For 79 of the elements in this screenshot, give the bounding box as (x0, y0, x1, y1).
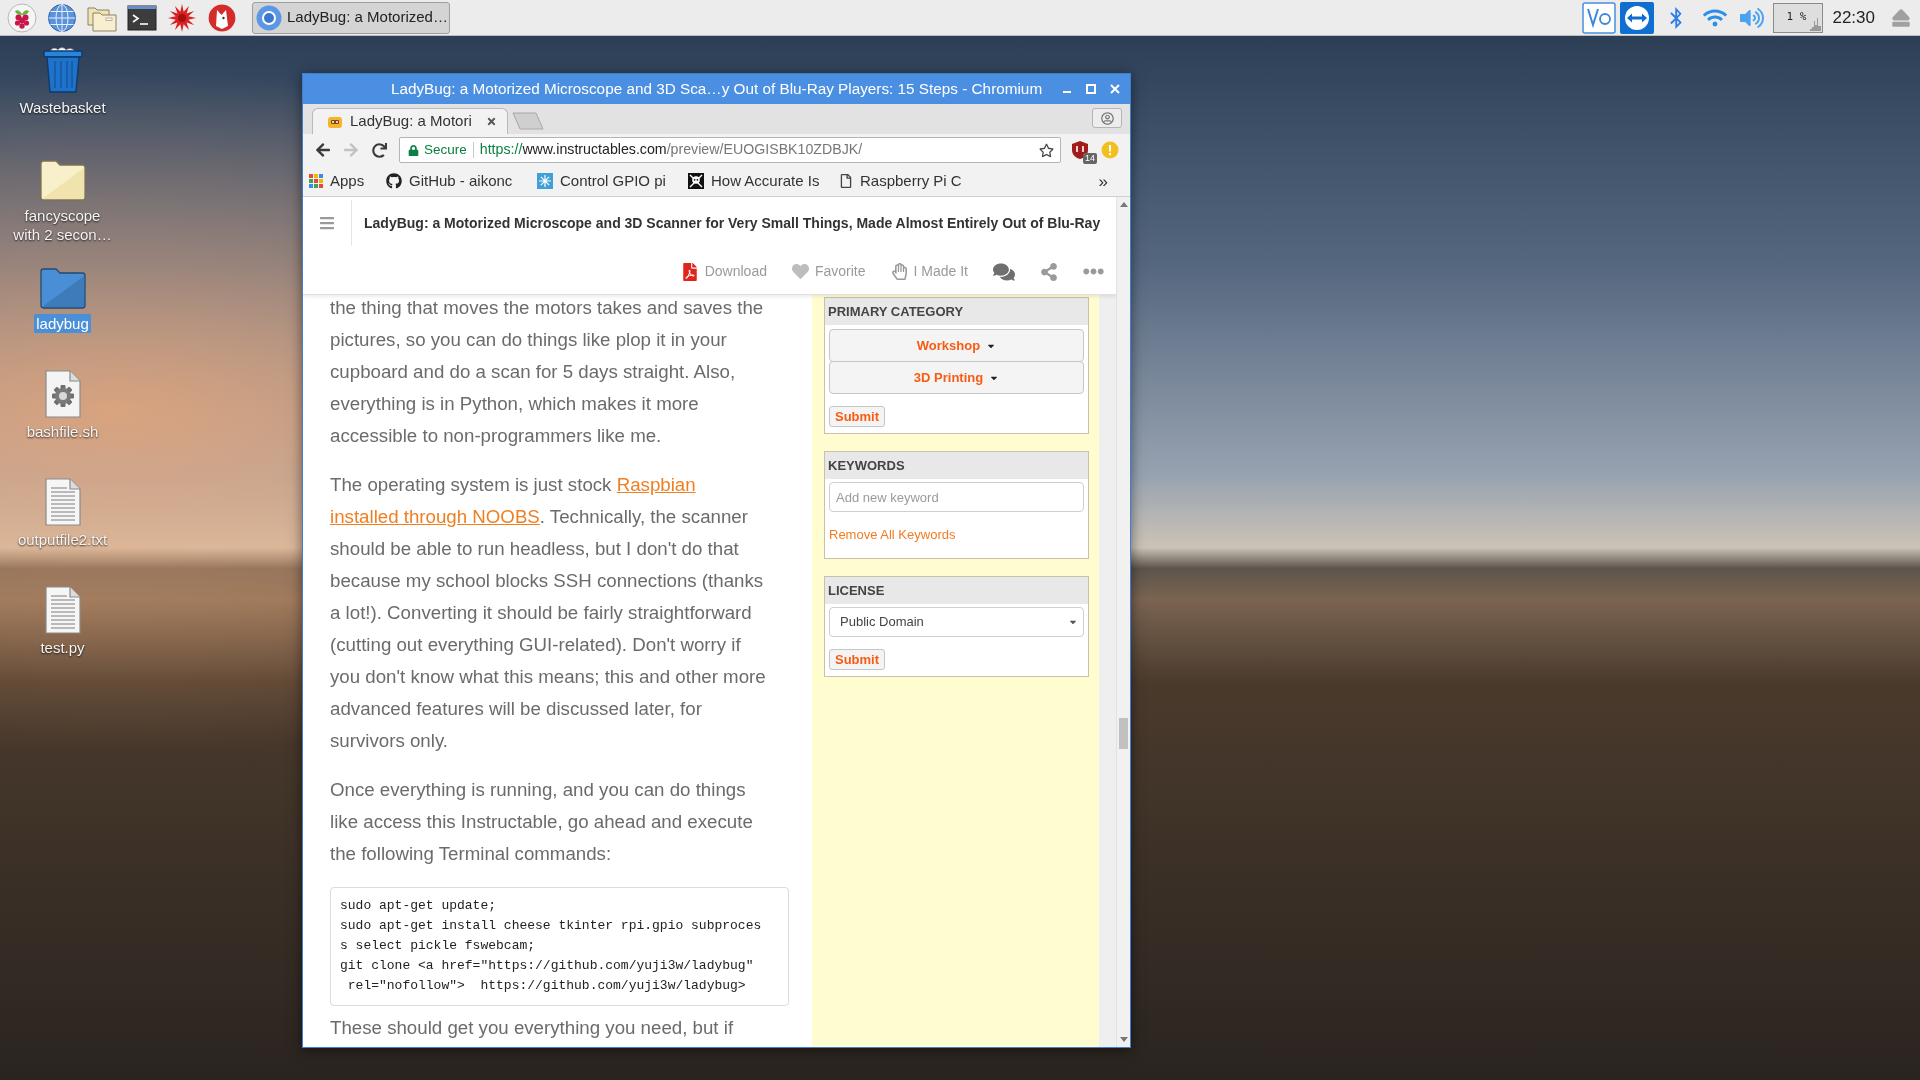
bookmark[interactable]: Control GPIO pi (537, 169, 688, 193)
folder-icon[interactable] (38, 158, 87, 202)
volume-icon[interactable] (1740, 5, 1765, 30)
scroll-down-icon[interactable] (1119, 1037, 1128, 1043)
close-icon[interactable] (1108, 82, 1122, 96)
scrollbar-thumb[interactable] (1119, 718, 1128, 749)
share-icon[interactable] (1040, 262, 1058, 281)
window-title: LadyBug: a Motorized Microscope and 3D Sca…y Out of Blu-Ray Players: 15 Steps - Chromium (389, 78, 1044, 99)
pdf-file-icon (680, 262, 699, 281)
bookmark[interactable]: GitHub - aikonc (386, 169, 537, 193)
bookmark[interactable]: Apps (309, 169, 386, 193)
address-url: https://www.instructables.com/preview/EUOGISBK10ZDBJK/ (479, 140, 863, 160)
i-made-it-button[interactable]: I Made It (890, 261, 968, 282)
raspberry-icon[interactable] (7, 2, 37, 33)
square-logo-icon[interactable] (1582, 1, 1617, 34)
globe-icon[interactable] (47, 2, 77, 33)
text-file-icon[interactable] (43, 586, 82, 634)
clock: 22:30 (1832, 6, 1875, 29)
page-icon (839, 174, 853, 188)
trash-can-icon[interactable] (40, 46, 85, 94)
user-icon (1100, 111, 1114, 125)
heart-icon (791, 263, 809, 280)
close-tab-icon[interactable] (486, 116, 497, 127)
article-paragraph: the thing that moves the motors takes and saves the pictures, so you can do things like plop it in your cupboard and do a scan for 5 days straight. Also, everything is in Python, which makes it more accessible to non-programmers like me. (330, 296, 765, 448)
category-dropdown[interactable]: 3D Printing (829, 361, 1084, 394)
address-bar[interactable]: Secure https://www.instructables.com/preview/EUOGISBK10ZDBJK/ (399, 137, 1061, 163)
panel-heading: KEYWORDS (825, 452, 1088, 479)
article-link[interactable]: Raspbian (616, 474, 696, 495)
bookmark[interactable]: Raspberry Pi C (839, 169, 990, 193)
keyword-input[interactable]: Add new keyword (829, 482, 1084, 512)
license-select[interactable]: Public Domain (829, 607, 1084, 637)
security-label: Secure (424, 140, 467, 159)
bookmarks-overflow-button[interactable]: » (1098, 172, 1108, 190)
profile-button[interactable] (1092, 108, 1122, 128)
extension-badge: 14 (1083, 153, 1097, 164)
snowflake-icon (537, 173, 553, 189)
scroll-up-icon[interactable] (1119, 201, 1128, 207)
maximize-icon[interactable] (1084, 82, 1098, 96)
text-file-icon[interactable] (43, 478, 82, 526)
hand-icon (890, 263, 908, 280)
gear-file-icon[interactable] (43, 370, 82, 418)
cpu-monitor[interactable]: 1 % (1773, 2, 1824, 33)
remove-keywords-link[interactable]: Remove All Keywords (829, 527, 956, 543)
folder-icon[interactable] (38, 266, 87, 310)
page-title: LadyBug: a Motorized Microscope and 3D Scanner for Very Small Things, Made Almost Entirely Out of Blu-Ray (363, 213, 1101, 233)
download-button[interactable]: Download (680, 261, 767, 282)
article-paragraph: These should get you everything you need, but if (330, 1016, 735, 1040)
lock-icon (408, 144, 419, 156)
panel-heading: LICENSE (825, 577, 1088, 604)
code-block: sudo apt-get update; sudo apt-get install cheese tkinter rpi.gpio subproces s select pickle fswebcam; git clone <a href="https://github.com/yuji3w/ladybug" rel="nofollow"> https://github.com/yuji3w/ladybug> (330, 887, 789, 1006)
article-paragraph: Once everything is running, and you can do things like access this Instructable, go ahead and execute the following Terminal commands: (330, 778, 754, 866)
animal-head-icon[interactable] (207, 2, 237, 33)
category-dropdown[interactable]: Workshop (829, 329, 1084, 362)
skull-icon (688, 173, 704, 189)
eject-icon[interactable] (1891, 7, 1911, 28)
reload-icon[interactable] (371, 142, 387, 158)
favorite-button[interactable]: Favorite (791, 261, 866, 282)
desktop-icon-label[interactable]: ladybug (34, 314, 91, 333)
usage-graph-icon (1810, 16, 1822, 31)
article-link[interactable]: installed through NOOBS (330, 506, 540, 527)
desktop-icon-label[interactable]: Wastebasket (17, 98, 108, 117)
menu-icon[interactable] (319, 215, 335, 231)
desktop-icon-label[interactable]: fancyscope with 2 secon… (8, 206, 117, 244)
back-arrow-icon[interactable] (315, 142, 331, 158)
github-icon (386, 173, 402, 189)
taskbar-window-button[interactable]: LadyBug: a Motorized… (252, 1, 450, 34)
apps-grid-icon (309, 174, 323, 188)
desktop-icon-label[interactable]: test.py (38, 638, 87, 657)
bookmark-star-icon[interactable] (1039, 142, 1054, 158)
article-paragraph: The operating system is just stock Raspbian installed through NOOBS. Technically, the scanner should be able to run headless, but I don't do that because my school blocks SSH connections (thanks a lot!). Converting it should be fairly straightforward (cutting out everything GUI-related). Don't worry if you don't know what this means; this and other more advanced features will be discussed later, for survivors only. (330, 473, 767, 753)
cpu-usage-reading: 1 % (1786, 9, 1807, 26)
panel-heading: PRIMARY CATEGORY (825, 298, 1088, 325)
submit-button[interactable]: Submit (829, 406, 886, 427)
desktop-icon-label[interactable]: bashfile.sh (24, 422, 101, 441)
terminal-icon[interactable] (127, 2, 157, 33)
browser-logo-icon (256, 4, 282, 31)
submit-button[interactable]: Submit (829, 649, 886, 670)
bookmark[interactable]: How Accurate Is (688, 169, 839, 193)
browser-tab[interactable]: LadyBug: a Motori (312, 108, 508, 134)
